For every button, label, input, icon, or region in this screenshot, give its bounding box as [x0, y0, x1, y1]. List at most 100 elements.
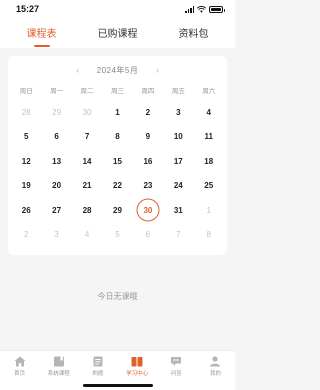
calendar-day[interactable]: 25	[194, 174, 224, 198]
calendar-day-number: 14	[82, 156, 92, 166]
calendar-day-number: 8	[206, 230, 211, 240]
calendar-day-number: 4	[84, 230, 90, 240]
calendar-day[interactable]: 8	[194, 223, 224, 247]
calendar-day[interactable]: 28	[72, 198, 102, 222]
calendar-day-number: 16	[143, 156, 153, 166]
calendar-day-number: 15	[113, 156, 122, 166]
calendar-day[interactable]: 20	[41, 174, 71, 198]
weekday-label: 周四	[141, 88, 155, 95]
weekday-label: 周一	[50, 88, 64, 95]
calendar-day[interactable]: 18	[194, 149, 224, 173]
calendar-day[interactable]: 7	[72, 125, 102, 149]
calendar-month-title: 2024年5月	[96, 65, 139, 75]
status-time: 15:27	[16, 4, 40, 14]
calendar-day[interactable]: 15	[102, 149, 132, 173]
calendar-day[interactable]: 26	[11, 198, 41, 222]
calendar-day-number: 4	[206, 107, 211, 117]
next-month-icon[interactable]: ›	[152, 65, 162, 75]
status-bar: 15:27	[0, 0, 235, 18]
calendar-day[interactable]: 31	[163, 198, 193, 222]
calendar-day[interactable]: 10	[163, 125, 193, 149]
calendar-day[interactable]: 21	[72, 174, 102, 198]
calendar-card: ‹ 2024年5月 › 周日 周一 周二 周三 周四 周五 周六 28 29 30 1…	[8, 56, 227, 255]
calendar-day[interactable]: 5	[102, 223, 132, 247]
wifi-icon	[197, 5, 206, 13]
calendar-day[interactable]: 2	[11, 223, 41, 247]
calendar-day[interactable]: 9	[133, 125, 163, 149]
calendar-day[interactable]: 8	[102, 125, 132, 149]
calendar-day-today[interactable]: 30	[133, 198, 163, 222]
calendar-day-number: 30	[82, 107, 92, 117]
calendar-day-number: 31	[173, 205, 183, 215]
date-grid: 28 29 30 1 2 3 4 5 6 7 8 9 10 11 12 13 14 15 16 17 18 19 20 21 2…	[11, 100, 224, 247]
nav-system-courses[interactable]: 系统课程	[39, 356, 78, 377]
calendar-day-number: 27	[52, 205, 62, 215]
home-icon	[14, 356, 26, 367]
calendar-day[interactable]: 19	[11, 174, 41, 198]
calendar-day-number: 29	[113, 205, 122, 215]
calendar-header: ‹ 2024年5月 ›	[11, 62, 224, 78]
calendar-day[interactable]: 29	[102, 198, 132, 222]
calendar-day[interactable]: 3	[163, 100, 193, 124]
date-row: 26 27 28 29 30 31 1	[11, 198, 224, 223]
nav-qa[interactable]: 问答	[157, 356, 196, 377]
calendar-day[interactable]: 6	[41, 125, 71, 149]
bottom-nav: 首页 系统课程 刷题 学习中心 问答 我的	[0, 350, 235, 390]
calendar-day-number: 23	[143, 181, 153, 191]
calendar-day-number: 8	[115, 132, 120, 142]
tab-schedule[interactable]: 课程表	[27, 25, 57, 42]
calendar-day[interactable]: 2	[133, 100, 163, 124]
calendar-day-number: 25	[204, 181, 214, 191]
calendar-day[interactable]: 1	[102, 100, 132, 124]
calendar-day[interactable]: 22	[102, 174, 132, 198]
calendar-day[interactable]: 1	[194, 198, 224, 222]
calendar-day[interactable]: 16	[133, 149, 163, 173]
prev-month-icon[interactable]: ‹	[73, 65, 83, 75]
calendar-day[interactable]: 27	[41, 198, 71, 222]
nav-profile[interactable]: 我的	[196, 356, 235, 377]
calendar-day-number: 10	[173, 132, 183, 142]
course-icon	[53, 356, 64, 367]
date-row: 28 29 30 1 2 3 4	[11, 100, 224, 125]
date-row: 5 6 7 8 9 10 11	[11, 125, 224, 150]
calendar-day[interactable]: 13	[41, 149, 71, 173]
nav-home[interactable]: 首页	[0, 356, 39, 377]
home-indicator	[82, 384, 153, 387]
calendar-day[interactable]: 5	[11, 125, 41, 149]
calendar-day-number: 24	[173, 181, 183, 191]
calendar-day-number: 22	[113, 181, 122, 191]
calendar-day[interactable]: 14	[72, 149, 102, 173]
calendar-day[interactable]: 23	[133, 174, 163, 198]
calendar-day[interactable]: 28	[11, 100, 41, 124]
calendar-day-number: 1	[115, 107, 120, 117]
calendar-day[interactable]: 4	[194, 100, 224, 124]
status-icons	[185, 5, 225, 13]
calendar-day-number: 3	[54, 230, 59, 240]
calendar-day[interactable]: 6	[133, 223, 163, 247]
nav-study-center[interactable]: 学习中心	[118, 356, 157, 377]
calendar-day[interactable]: 3	[41, 223, 71, 247]
tab-materials[interactable]: 资料包	[179, 25, 209, 42]
weekday-row: 周日 周一 周二 周三 周四 周五 周六	[11, 82, 224, 98]
calendar-day-number: 5	[115, 230, 120, 240]
calendar-day[interactable]: 7	[163, 223, 193, 247]
qa-icon	[171, 357, 182, 366]
tab-purchased-courses[interactable]: 已购课程	[98, 25, 138, 42]
calendar-day-number: 28	[21, 107, 31, 117]
calendar-day[interactable]: 17	[163, 149, 193, 173]
calendar-day[interactable]: 24	[163, 174, 193, 198]
calendar-day-number: 21	[82, 181, 92, 191]
calendar-day-number: 30	[143, 205, 153, 215]
calendar-day-number: 9	[145, 132, 151, 142]
calendar-day-number: 7	[176, 230, 181, 240]
nav-qa-label: 问答	[170, 371, 182, 377]
date-row: 2 3 4 5 6 7 8	[11, 223, 224, 248]
calendar-day-number: 3	[176, 107, 181, 117]
calendar-day[interactable]: 11	[194, 125, 224, 149]
calendar-day[interactable]: 12	[11, 149, 41, 173]
nav-quiz[interactable]: 刷题	[78, 356, 117, 377]
date-row: 19 20 21 22 23 24 25	[11, 174, 224, 199]
calendar-day[interactable]: 29	[41, 100, 71, 124]
calendar-day[interactable]: 30	[72, 100, 102, 124]
calendar-day[interactable]: 4	[72, 223, 102, 247]
